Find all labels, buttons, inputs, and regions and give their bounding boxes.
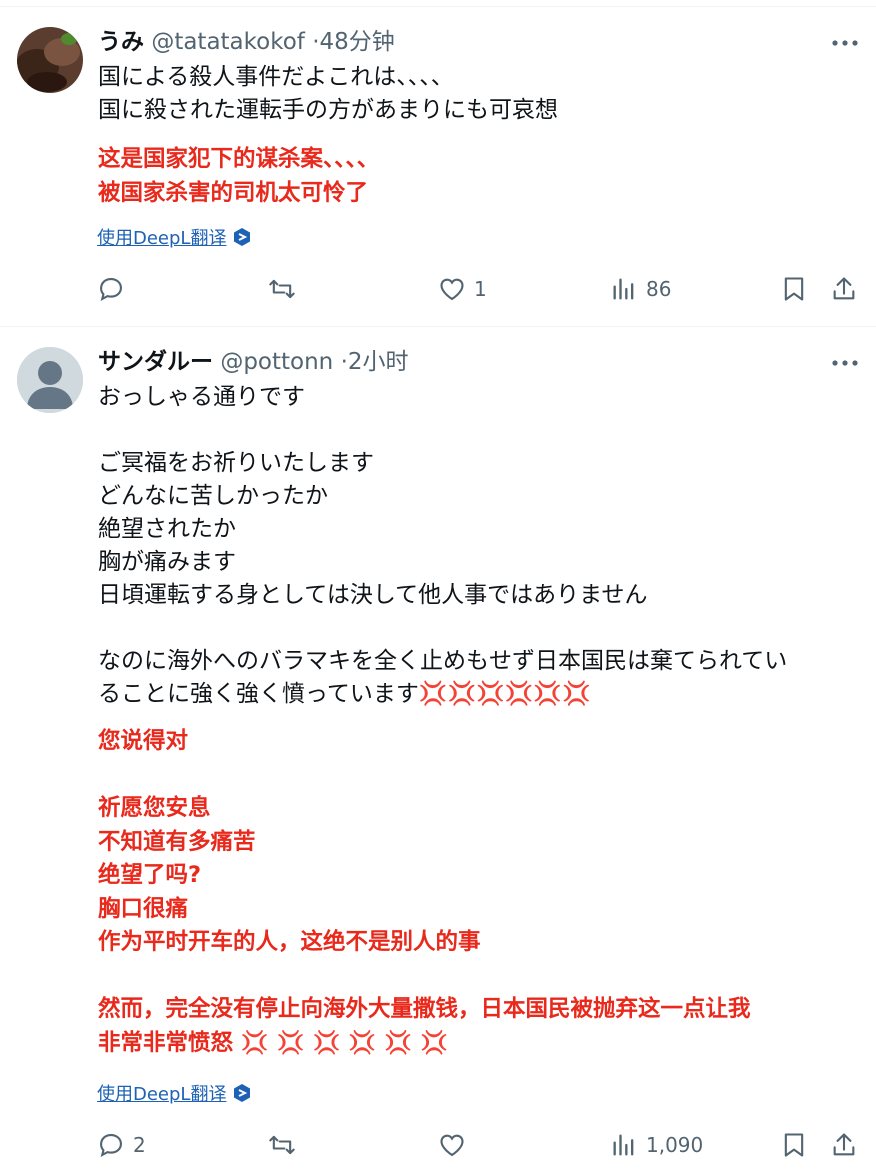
text-line: ることに強く強く憤っています💢💢💢💢💢💢 bbox=[98, 678, 868, 711]
like-count: 1 bbox=[474, 277, 487, 301]
reply-icon bbox=[100, 278, 122, 301]
translation-line: 非常非常愤怒 💢 💢 💢 💢 💢 💢 bbox=[98, 1027, 868, 1061]
bookmark-icon bbox=[784, 277, 804, 301]
share-icon bbox=[833, 1133, 855, 1156]
text-line: 国による殺人事件だよこれは、、、、 bbox=[98, 64, 454, 90]
text-line: なのに海外へのバラマキを全く止めもせず日本国民は棄てられてい bbox=[98, 648, 788, 674]
translation-line: 绝望了吗? bbox=[98, 862, 202, 888]
action-bar: 1 86 bbox=[0, 269, 876, 309]
translation-line-segment: 非常非常愤怒 bbox=[98, 1029, 234, 1056]
bookmark-button[interactable] bbox=[780, 1125, 808, 1165]
tweet-2[interactable]: サンダルー @pottonn ·2小时 おっしゃる通りです ご冥福をお祈りいたし… bbox=[0, 327, 876, 1170]
tweet-header: サンダルー @pottonn ·2小时 bbox=[98, 347, 409, 377]
retweet-button[interactable] bbox=[268, 269, 304, 309]
translation-line: 这是国家犯下的谋杀案、、、、 bbox=[98, 146, 380, 172]
views-button[interactable]: 86 bbox=[610, 269, 671, 309]
translation-line: 作为平时开车的人，这绝不是别人的事 bbox=[98, 929, 481, 955]
translation-line: 然而，完全没有停止向海外大量撒钱，日本国民被抛弃这一点让我 bbox=[98, 996, 751, 1022]
reply-button[interactable] bbox=[97, 269, 133, 309]
bookmark-icon bbox=[784, 1133, 804, 1157]
translation-line: 您说得对 bbox=[98, 728, 189, 754]
text-line: 絶望されたか bbox=[98, 516, 236, 542]
like-button[interactable]: 1 bbox=[438, 269, 487, 309]
view-count: 1,090 bbox=[646, 1133, 704, 1157]
reply-button[interactable]: 2 bbox=[97, 1125, 146, 1165]
handle[interactable]: @pottonn bbox=[220, 349, 333, 375]
more-icon[interactable] bbox=[830, 28, 860, 58]
anger-emoji: 💢💢💢💢💢💢 bbox=[418, 681, 591, 707]
like-icon bbox=[440, 278, 464, 301]
translation-line: 被国家杀害的司机太可怜了 bbox=[98, 179, 369, 206]
text-line bbox=[98, 414, 868, 447]
tweet-text: 国による殺人事件だよこれは、、、、 国に殺された運転手の方があまりにも可哀想 bbox=[98, 61, 868, 127]
view-count: 86 bbox=[646, 277, 672, 301]
deepl-translate-link[interactable]: 使用DeepL翻译 bbox=[97, 1080, 252, 1106]
display-name[interactable]: サンダルー bbox=[98, 349, 213, 375]
translation-text: 这是国家犯下的谋杀案、、、、 被国家杀害的司机太可怜了 bbox=[98, 143, 868, 210]
share-button[interactable] bbox=[830, 269, 858, 309]
translation-text: 您说得对 祈愿您安息 不知道有多痛苦 绝望了吗? 胸口很痛 作为平时开车的人，这… bbox=[98, 725, 868, 1060]
separator: · bbox=[340, 349, 348, 375]
avatar[interactable] bbox=[17, 347, 83, 413]
views-icon bbox=[613, 278, 634, 300]
deepl-label[interactable]: 使用DeepL翻译 bbox=[97, 1080, 226, 1106]
share-icon bbox=[833, 277, 855, 300]
translation-line: 胸口很痛 bbox=[98, 895, 189, 922]
reply-icon bbox=[100, 1134, 122, 1157]
deepl-icon bbox=[234, 228, 251, 246]
text-line: どんなに苦しかったか bbox=[98, 483, 328, 509]
timestamp[interactable]: 2小时 bbox=[348, 349, 409, 375]
action-bar: 2 1,090 bbox=[0, 1125, 876, 1165]
text-line-segment: ることに強く強く憤っています bbox=[98, 681, 419, 707]
handle[interactable]: @tatatakokof bbox=[151, 29, 305, 55]
like-icon bbox=[440, 1134, 464, 1157]
views-button[interactable]: 1,090 bbox=[610, 1125, 703, 1165]
timestamp[interactable]: 48分钟 bbox=[320, 29, 395, 55]
display-name[interactable]: うみ bbox=[98, 29, 144, 55]
retweet-button[interactable] bbox=[268, 1125, 304, 1165]
bookmark-button[interactable] bbox=[780, 269, 808, 309]
deepl-label[interactable]: 使用DeepL翻译 bbox=[97, 224, 226, 250]
like-button[interactable] bbox=[438, 1125, 474, 1165]
text-line bbox=[98, 612, 868, 645]
retweet-icon bbox=[269, 279, 295, 299]
views-icon bbox=[613, 1134, 634, 1156]
text-line: おっしゃる通りです bbox=[98, 384, 305, 410]
retweet-icon bbox=[269, 1135, 295, 1155]
translation-line bbox=[98, 759, 868, 793]
anger-emoji: 💢 💢 💢 💢 💢 💢 bbox=[240, 1029, 449, 1056]
separator: · bbox=[312, 29, 320, 55]
text-line: ご冥福をお祈りいたします bbox=[98, 450, 374, 476]
tweet-1[interactable]: うみ @tatatakokof ·48分钟 国による殺人事件だよこれは、、、、 … bbox=[0, 0, 876, 325]
text-line: 国に殺された運転手の方があまりにも可哀想 bbox=[98, 97, 558, 123]
tweet-text: おっしゃる通りです ご冥福をお祈りいたします どんなに苦しかったか 絶望されたか… bbox=[98, 381, 868, 711]
share-button[interactable] bbox=[830, 1125, 858, 1165]
text-line: 胸が痛みます bbox=[98, 549, 236, 575]
text-line: 日頃運転する身としては決して他人事ではありません bbox=[98, 582, 648, 608]
deepl-translate-link[interactable]: 使用DeepL翻译 bbox=[97, 224, 252, 250]
avatar[interactable] bbox=[17, 27, 83, 93]
translation-line: 祈愿您安息 bbox=[98, 795, 211, 821]
tweet-header: うみ @tatatakokof ·48分钟 bbox=[98, 27, 395, 57]
deepl-icon bbox=[234, 1084, 251, 1102]
translation-line bbox=[98, 960, 868, 994]
reply-count: 2 bbox=[133, 1133, 146, 1157]
more-icon[interactable] bbox=[830, 348, 860, 378]
translation-line: 不知道有多痛苦 bbox=[98, 828, 256, 855]
